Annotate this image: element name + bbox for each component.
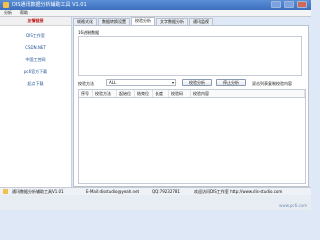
sidebar-header: 友情链接 [0, 17, 71, 26]
col-length[interactable]: 长度 [153, 90, 169, 97]
bottom-strip: www.pc6.com [0, 195, 311, 210]
sidebar: 友情链接 DIS工作室 CSDN.NET 中国工控网 pc6官方下载 起点下载 [0, 17, 72, 187]
menu-analyze[interactable]: 分析 [4, 10, 12, 16]
checksum-panel: 16进制数据 校验方法 ALL ▾ 校验分析 停止分析 双击列表复制校验内容 序… [73, 25, 309, 187]
sidebar-link-dis[interactable]: DIS工作室 [0, 30, 71, 42]
col-method[interactable]: 校验方法 [93, 90, 117, 97]
status-visit[interactable]: 欢迎访问DIS工作室 http://www.dis-studio.com [190, 189, 282, 195]
tab-text-analysis[interactable]: 文字数据分析 [156, 18, 188, 25]
col-start[interactable]: 起始位 [117, 90, 135, 97]
hex-data-field[interactable] [78, 36, 302, 76]
minimize-button[interactable] [271, 1, 281, 8]
col-end[interactable]: 结束位 [135, 90, 153, 97]
tab-frame-format[interactable]: 帧格式化 [73, 18, 97, 25]
copy-hint: 双击列表复制校验内容 [252, 81, 292, 86]
method-value: ALL [109, 80, 117, 85]
watermark-text: www.pc6.com [279, 203, 307, 208]
window-title: DIS通讯数据分析辅助工具 V1.01 [12, 2, 87, 8]
menu-bar: 分析 帮助 [0, 10, 311, 17]
status-email[interactable]: E-Mail:disstudio@yeah.net [82, 189, 148, 194]
col-index[interactable]: 序号 [79, 90, 93, 97]
tab-strip: 帧格式化 数据转换设置 校验分析 文字数据分析 通讯监视 [73, 17, 309, 25]
hex-data-textarea[interactable] [79, 37, 301, 75]
col-content[interactable]: 校验内容 [191, 90, 305, 97]
sidebar-links: DIS工作室 CSDN.NET 中国工控网 pc6官方下载 起点下载 [0, 26, 71, 90]
tab-comm-monitor[interactable]: 通讯监视 [189, 18, 213, 25]
menu-help[interactable]: 帮助 [20, 10, 28, 16]
method-select[interactable]: ALL ▾ [106, 79, 176, 86]
results-table[interactable]: 序号 校验方法 起始位 结束位 长度 校验码 校验内容 [78, 89, 306, 184]
main-area: 帧格式化 数据转换设置 校验分析 文字数据分析 通讯监视 16进制数据 校验方法… [73, 17, 309, 187]
status-app: 通讯数据分析辅助工具V1.01 [12, 188, 64, 194]
method-label: 校验方法 [78, 81, 94, 86]
table-header: 序号 校验方法 起始位 结束位 长度 校验码 校验内容 [79, 90, 305, 98]
sidebar-link-pc6[interactable]: pc6官方下载 [0, 66, 71, 78]
sidebar-link-gkong[interactable]: 中国工控网 [0, 54, 71, 66]
close-button[interactable] [297, 1, 307, 8]
app-icon [3, 2, 9, 8]
maximize-button[interactable] [284, 1, 294, 8]
stop-button[interactable]: 停止分析 [216, 79, 246, 86]
tab-data-conversion[interactable]: 数据转换设置 [98, 18, 130, 25]
tab-checksum-analysis[interactable]: 校验分析 [131, 17, 155, 25]
status-bar: 通讯数据分析辅助工具V1.01 E-Mail:disstudio@yeah.ne… [0, 187, 311, 195]
analyze-button[interactable]: 校验分析 [182, 79, 212, 86]
status-qq: QQ:79232781 [152, 189, 181, 194]
chevron-down-icon: ▾ [171, 80, 174, 85]
title-bar: DIS通讯数据分析辅助工具 V1.01 [0, 0, 311, 10]
window-controls [271, 1, 307, 9]
sidebar-link-csdn[interactable]: CSDN.NET [0, 42, 71, 54]
col-checksum[interactable]: 校验码 [169, 90, 191, 97]
sidebar-link-qidian[interactable]: 起点下载 [0, 78, 71, 90]
